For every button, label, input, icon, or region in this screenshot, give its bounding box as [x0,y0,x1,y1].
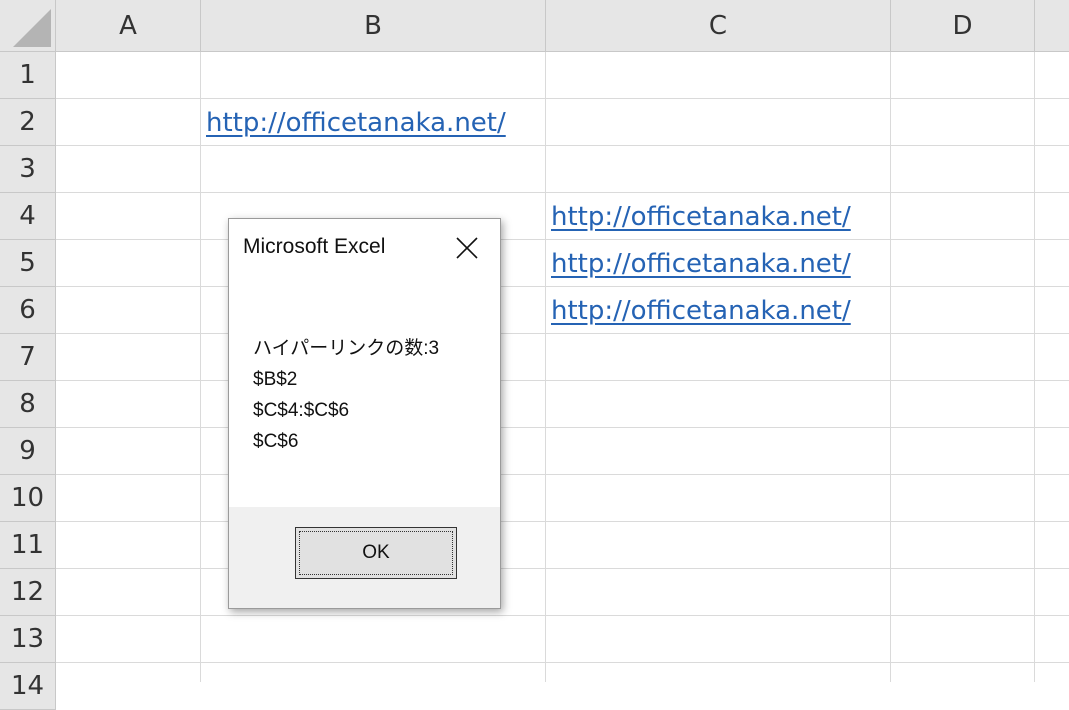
cell-c5-hyperlink[interactable]: http://officetanaka.net/ [551,240,851,287]
row-header-12[interactable]: 12 [0,569,56,616]
column-header-d[interactable]: D [891,0,1035,52]
column-header-e[interactable] [1035,0,1069,52]
cell-c4-hyperlink[interactable]: http://officetanaka.net/ [551,193,851,240]
column-header-a[interactable]: A [56,0,201,52]
row-header-4[interactable]: 4 [0,193,56,240]
row-header-14[interactable]: 14 [0,663,56,710]
ok-button[interactable]: OK [295,527,457,579]
message-line-address-1: $B$2 [253,369,298,390]
column-header-b[interactable]: B [201,0,546,52]
row-header-10[interactable]: 10 [0,475,56,522]
dialog-footer: OK [229,507,500,608]
column-header-c[interactable]: C [546,0,891,52]
cell-grid[interactable] [56,52,1069,682]
row-header-8[interactable]: 8 [0,381,56,428]
message-line-address-3: $C$6 [253,431,299,452]
row-header-5[interactable]: 5 [0,240,56,287]
message-line-address-2: $C$4:$C$6 [253,400,350,421]
close-icon[interactable] [452,233,482,263]
row-header-9[interactable]: 9 [0,428,56,475]
row-header-13[interactable]: 13 [0,616,56,663]
spreadsheet: A B C D 1 2 3 4 5 6 7 8 9 10 11 12 13 14… [0,0,1069,710]
dialog-title: Microsoft Excel [243,235,386,258]
cell-b2-hyperlink[interactable]: http://officetanaka.net/ [206,99,506,146]
row-header-11[interactable]: 11 [0,522,56,569]
row-header-3[interactable]: 3 [0,146,56,193]
row-header-2[interactable]: 2 [0,99,56,146]
message-line-count: ハイパーリンクの数:3 [253,338,440,359]
dialog-message: ハイパーリンクの数:3 $B$2 $C$4:$C$6 $C$6 [253,333,439,457]
message-box-dialog: Microsoft Excel ハイパーリンクの数:3 $B$2 $C$4:$C… [228,218,501,609]
row-header-1[interactable]: 1 [0,52,56,99]
cell-c6-hyperlink[interactable]: http://officetanaka.net/ [551,287,851,334]
select-all-corner[interactable] [0,0,56,52]
row-header-7[interactable]: 7 [0,334,56,381]
row-header-6[interactable]: 6 [0,287,56,334]
